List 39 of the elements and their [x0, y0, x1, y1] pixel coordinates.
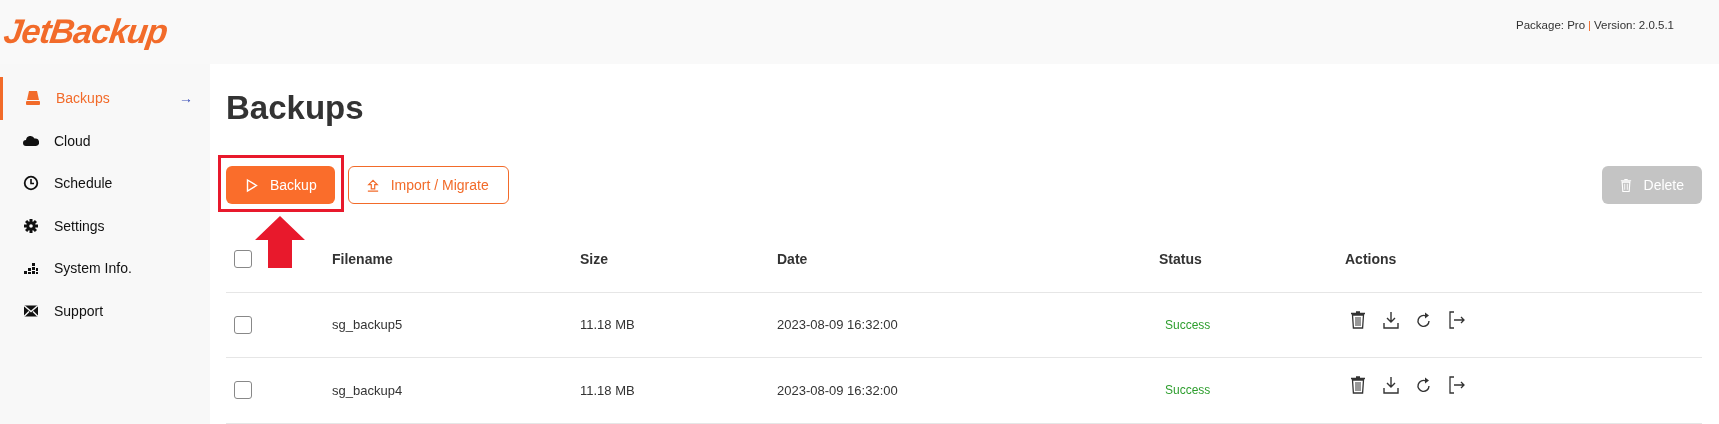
table-cell: 11.18 MB: [580, 382, 635, 398]
trash-icon: [1619, 177, 1632, 193]
export-icon[interactable]: [1449, 376, 1465, 395]
upload-icon: [366, 177, 379, 193]
refresh-icon[interactable]: [1416, 376, 1432, 395]
download-icon[interactable]: [1383, 310, 1399, 329]
refresh-icon[interactable]: [1416, 310, 1432, 329]
table-cell: 2023-08-09 16:32:00: [777, 317, 898, 333]
sidebar-item[interactable]: System Info.: [0, 247, 210, 290]
page-title: Backups: [226, 88, 365, 128]
arrow-icon: [255, 216, 305, 268]
select-all-checkbox[interactable]: [234, 250, 252, 269]
trash-icon[interactable]: [1350, 376, 1366, 395]
sidebar-item[interactable]: Support: [0, 289, 210, 332]
table-cell: sg_backup5: [332, 317, 403, 333]
column-header: Size: [580, 251, 608, 268]
status-label: Success: [1165, 383, 1211, 398]
table-cell: 2023-08-09 16:32:00: [777, 382, 898, 398]
column-header: Filename: [332, 251, 393, 268]
logo: JetBackup: [1, 11, 170, 51]
play-icon: [246, 177, 258, 193]
sidebar-item[interactable]: Settings: [0, 204, 210, 247]
table-cell: sg_backup4: [332, 382, 403, 398]
sidebar-item[interactable]: Backups →: [0, 77, 210, 120]
version-label: Version: 2.0.5.1: [1594, 19, 1674, 31]
separator: |: [1588, 19, 1592, 31]
export-icon[interactable]: [1449, 310, 1465, 329]
table-cell: 11.18 MB: [580, 317, 635, 333]
column-header: Date: [777, 251, 808, 268]
sidebar-item[interactable]: Cloud: [0, 119, 210, 162]
sidebar-item[interactable]: Schedule: [0, 162, 210, 205]
column-header: Status: [1159, 251, 1202, 268]
row-checkbox[interactable]: [234, 315, 252, 334]
row-checkbox[interactable]: [234, 381, 252, 400]
download-icon[interactable]: [1383, 376, 1399, 395]
trash-icon[interactable]: [1350, 310, 1366, 329]
column-header: Actions: [1345, 251, 1397, 268]
package-label: Package: Pro: [1516, 19, 1586, 31]
status-label: Success: [1165, 317, 1211, 332]
